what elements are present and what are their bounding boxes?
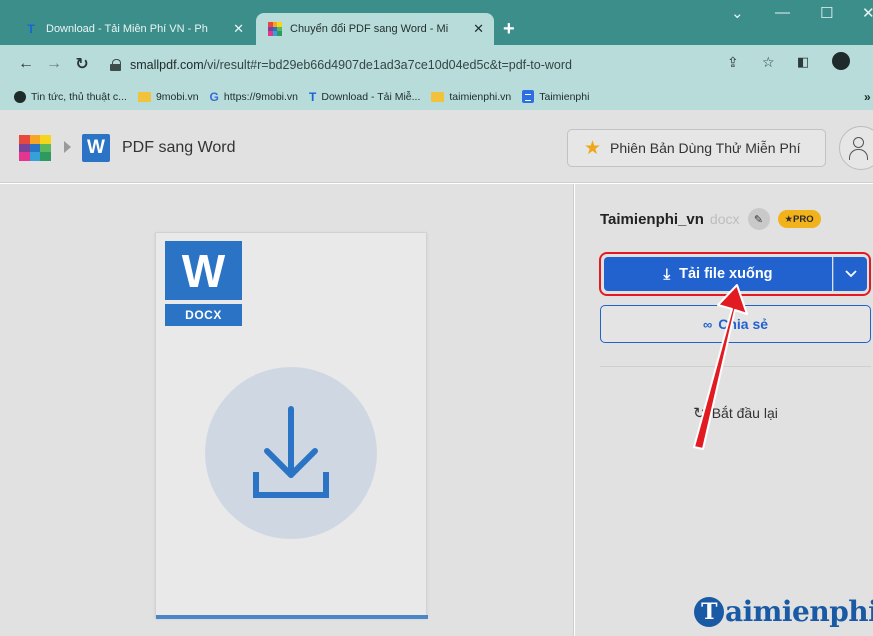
close-icon[interactable]: ✕ [233,21,244,37]
reload-icon[interactable]: ↻ [68,54,96,74]
profile-icon[interactable] [832,52,850,70]
smallpdf-logo[interactable] [19,135,51,161]
more-bookmarks-icon[interactable]: » [864,90,871,104]
app-header: W PDF sang Word ★ Phiên Bản Dùng Thử Miễ… [0,110,873,183]
bookmark-item[interactable]: T Download - Tải Miễ... [309,90,420,104]
watermark-letter: T [694,597,724,627]
download-icon [253,406,329,498]
bookmarks-bar: Tin tức, thủ thuật c... 9mobi.vn G https… [0,83,873,110]
forward-icon[interactable]: → [40,55,68,73]
download-options-chevron-down-icon[interactable] [833,257,867,291]
minimize-button[interactable]: — [775,4,790,21]
word-file-icon: W [165,241,242,300]
folder-icon [431,91,445,102]
word-icon: W [82,134,110,162]
pro-badge: ★PRO [777,210,821,228]
folder-icon [137,91,151,102]
watermark-text: aimienphi [725,595,873,628]
download-icon: ⤓ [663,265,671,283]
breadcrumb-arrow-icon [64,141,71,153]
bookmark-label: Download - Tải Miễ... [321,90,421,103]
document-preview[interactable]: W DOCX [155,232,428,619]
bookmark-star-icon[interactable]: ☆ [762,54,775,71]
download-label: Tải file xuống [679,266,773,282]
edit-name-pencil-icon[interactable]: ✎ [747,208,770,230]
globe-icon [14,90,26,103]
file-name-row: Taimienphi_vn docx ✎ ★PRO [600,208,821,230]
t-logo-icon: T [27,22,35,36]
smallpdf-icon [268,22,282,36]
download-button-group: ⤓ Tải file xuống [599,252,871,296]
start-over-label: Bắt đầu lại [711,405,778,421]
doc-icon [522,90,535,103]
taimienphi-watermark: Taimienphi [694,595,873,628]
share-label: Chia sẻ [718,316,769,332]
bookmark-item[interactable]: G https://9mobi.vn [210,90,298,104]
star-icon: ★ [584,137,602,159]
file-name[interactable]: Taimienphi_vn [600,211,704,228]
browser-tab-bar: T Download - Tải Miễn Phí VN - Ph ✕ Chuy… [0,0,873,45]
share-link-icon: ∞ [702,316,713,332]
restart-icon: ↻ [693,405,706,422]
t-logo-icon: T [309,89,317,104]
bookmark-item[interactable]: Taimienphi [522,90,589,103]
start-over-button[interactable]: ↻ Bắt đầu lại [600,399,871,427]
side-panel-icon[interactable]: ◧ [797,54,809,70]
file-extension: docx [709,211,740,227]
maximize-button[interactable]: ☐ [820,4,833,22]
new-tab-button[interactable]: + [503,18,515,41]
share-page-icon[interactable]: ⇪ [727,54,739,71]
tab-pdf-to-word[interactable]: Chuyển đổi PDF sang Word - Mi ✕ [256,13,494,45]
close-icon[interactable]: ✕ [473,21,484,37]
tab-download-taimienphi[interactable]: T Download - Tải Miễn Phí VN - Ph ✕ [12,13,254,45]
result-panel: Taimienphi_vn docx ✎ ★PRO ⤓ Tải file xuố… [575,184,873,636]
file-type-label: DOCX [165,304,242,326]
bookmark-label: 9mobi.vn [155,90,199,103]
divider [600,366,871,367]
download-preview-circle[interactable] [205,367,377,539]
bookmark-label: taimienphi.vn [449,90,512,103]
share-button[interactable]: ∞ Chia sẻ [600,305,871,343]
preview-progress-line [156,615,428,619]
url-path: /vi/result#r=bd29eb66d4907de1ad3a7ce10d0… [203,57,572,72]
tab-search-icon[interactable]: ⌄ [731,4,744,22]
bookmark-item[interactable]: 9mobi.vn [137,90,199,103]
back-icon[interactable]: ← [12,55,40,73]
free-trial-button[interactable]: ★ Phiên Bản Dùng Thử Miễn Phí [567,129,826,167]
page-title: PDF sang Word [122,139,236,156]
free-trial-label: Phiên Bản Dùng Thử Miễn Phí [610,140,801,156]
bookmark-label: https://9mobi.vn [223,90,299,103]
browser-toolbar: ← → ↻ smallpdf.com/vi/result#r=bd29eb66d… [0,45,873,83]
bookmark-label: Taimienphi [539,90,590,103]
bookmark-label: Tin tức, thủ thuật c... [31,90,127,103]
address-bar[interactable]: smallpdf.com/vi/result#r=bd29eb66d4907de… [110,51,872,78]
download-button[interactable]: ⤓ Tải file xuống [604,257,832,291]
tab-title: Chuyển đổi PDF sang Word - Mi [290,23,449,35]
preview-pane: W DOCX [0,184,574,636]
tab-title: Download - Tải Miễn Phí VN - Ph [46,23,208,35]
user-icon[interactable] [839,126,873,170]
bookmark-item[interactable]: taimienphi.vn [431,91,511,103]
bookmark-item[interactable]: Tin tức, thủ thuật c... [14,90,127,103]
google-icon: G [209,89,219,104]
close-window-button[interactable]: ✕ [862,4,873,22]
url-domain: smallpdf.com [130,57,204,72]
lock-icon [110,58,121,71]
